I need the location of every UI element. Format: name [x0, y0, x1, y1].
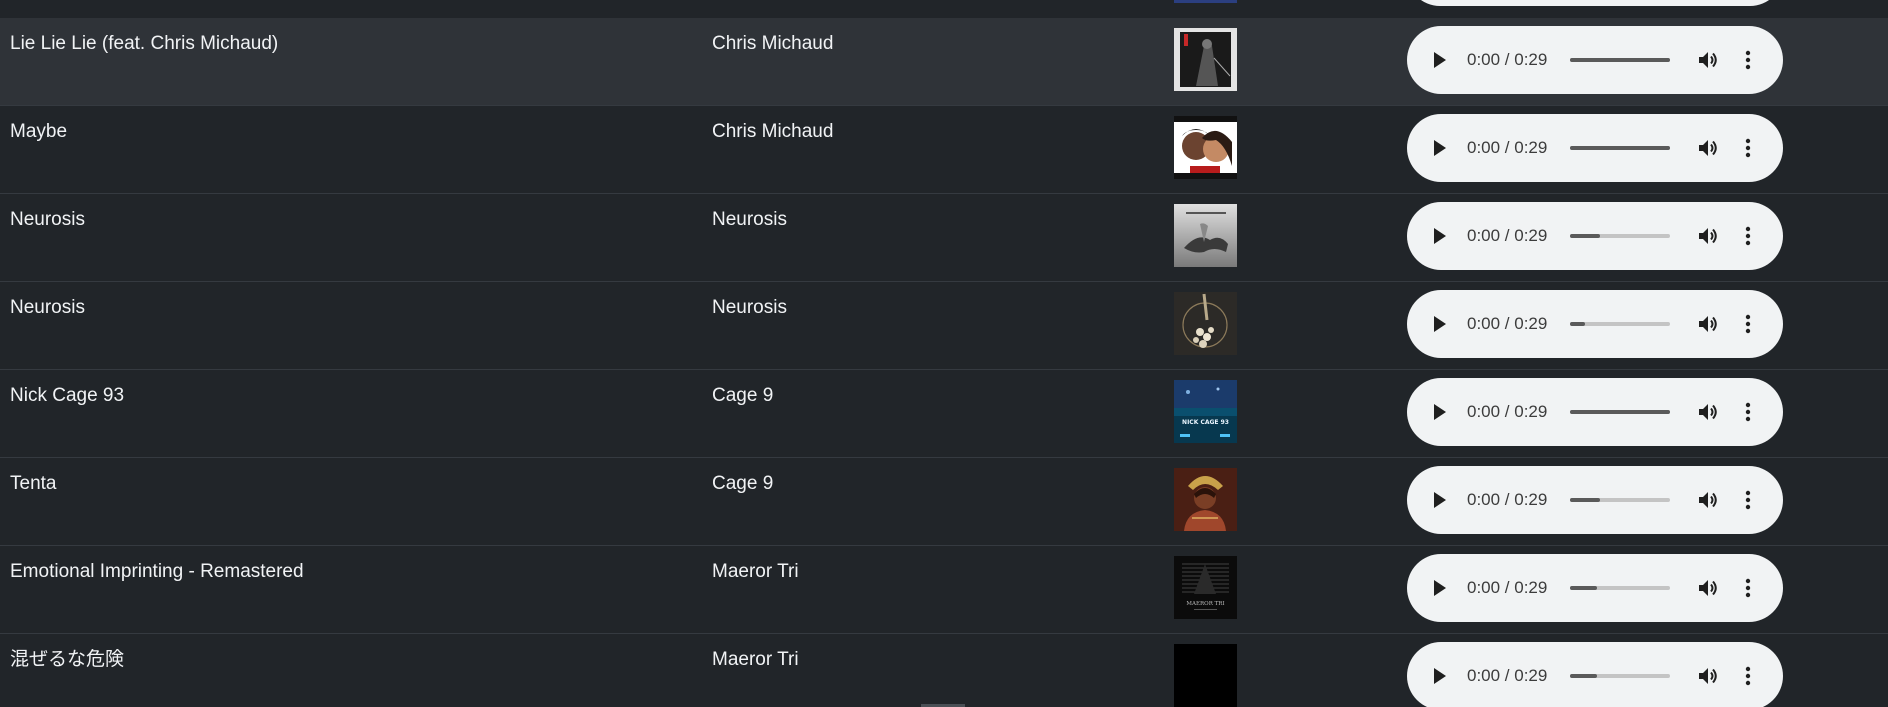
- album-art: [1174, 116, 1237, 179]
- more-vert-icon[interactable]: [1742, 225, 1754, 247]
- more-vert-icon[interactable]: [1742, 401, 1754, 423]
- track-title: Emotional Imprinting - Remastered: [10, 561, 304, 582]
- album-art: NICK CAGE 93: [1174, 380, 1237, 443]
- tracks-table: Lie Lie Lie (feat. Chris Michaud) Chris …: [0, 0, 1888, 707]
- play-icon[interactable]: [1429, 226, 1449, 246]
- seek-progress: [1570, 322, 1585, 326]
- audio-player[interactable]: 0:00 / 0:29: [1407, 202, 1783, 270]
- track-artist: Cage 9: [712, 473, 774, 494]
- more-vert-icon[interactable]: [1742, 577, 1754, 599]
- album-art: MAEROR TRI: [1174, 556, 1237, 619]
- seek-slider[interactable]: [1570, 58, 1670, 62]
- album-art: [1174, 468, 1237, 531]
- track-row: Emotional Imprinting - Remastered Maeror…: [0, 546, 1888, 634]
- play-icon[interactable]: [1429, 402, 1449, 422]
- more-vert-icon[interactable]: [1742, 49, 1754, 71]
- seek-slider[interactable]: [1570, 674, 1670, 678]
- volume-icon[interactable]: [1697, 577, 1719, 599]
- play-icon[interactable]: [1429, 314, 1449, 334]
- track-title: 混ぜるな危険: [10, 649, 125, 670]
- album-art: [1174, 204, 1237, 267]
- audio-player[interactable]: 0:00 / 0:29: [1407, 26, 1783, 94]
- track-row: Maybe Chris Michaud 0:00 / 0:29: [0, 106, 1888, 194]
- volume-icon[interactable]: [1697, 665, 1719, 687]
- track-row: Lie Lie Lie (feat. Chris Michaud) Chris …: [0, 18, 1888, 106]
- audio-player[interactable]: 0:00 / 0:29: [1407, 554, 1783, 622]
- track-row: Neurosis Neurosis 0:00 / 0:29: [0, 194, 1888, 282]
- seek-slider[interactable]: [1570, 586, 1670, 590]
- play-icon[interactable]: [1429, 666, 1449, 686]
- playback-time: 0:00 / 0:29: [1467, 578, 1548, 597]
- seek-slider[interactable]: [1570, 322, 1670, 326]
- audio-player[interactable]: 0:00 / 0:29: [1407, 378, 1783, 446]
- seek-progress: [1570, 498, 1600, 502]
- seek-progress: [1570, 410, 1670, 414]
- volume-icon[interactable]: [1697, 401, 1719, 423]
- album-art-partial: [1174, 0, 1237, 3]
- track-artist: Chris Michaud: [712, 121, 834, 142]
- track-row: Nick Cage 93 Cage 9 NICK CAGE 93 0:00 / …: [0, 370, 1888, 458]
- playback-time: 0:00 / 0:29: [1467, 666, 1548, 685]
- seek-progress: [1570, 674, 1597, 678]
- play-icon[interactable]: [1429, 50, 1449, 70]
- album-art: [1174, 28, 1237, 91]
- seek-progress: [1570, 234, 1600, 238]
- track-row: 混ぜるな危険 Maeror Tri 0:00 / 0:29: [0, 634, 1888, 707]
- track-artist: Cage 9: [712, 385, 774, 406]
- track-title: Nick Cage 93: [10, 385, 125, 406]
- play-icon[interactable]: [1429, 138, 1449, 158]
- more-vert-icon[interactable]: [1742, 313, 1754, 335]
- playback-time: 0:00 / 0:29: [1467, 490, 1548, 509]
- track-artist: Maeror Tri: [712, 561, 799, 582]
- track-title: Neurosis: [10, 297, 85, 318]
- volume-icon[interactable]: [1697, 489, 1719, 511]
- playback-time: 0:00 / 0:29: [1467, 402, 1548, 421]
- seek-slider[interactable]: [1570, 498, 1670, 502]
- playback-time: 0:00 / 0:29: [1467, 50, 1548, 69]
- album-art-text: MAEROR TRI: [1186, 601, 1224, 607]
- more-vert-icon[interactable]: [1742, 665, 1754, 687]
- playback-time: 0:00 / 0:29: [1467, 226, 1548, 245]
- play-icon[interactable]: [1429, 490, 1449, 510]
- volume-icon[interactable]: [1697, 137, 1719, 159]
- track-row: Neurosis Neurosis 0:00 / 0:29: [0, 282, 1888, 370]
- seek-slider[interactable]: [1570, 146, 1670, 150]
- audio-player[interactable]: 0:00 / 0:29: [1407, 290, 1783, 358]
- album-art-text: NICK CAGE 93: [1182, 419, 1229, 426]
- playback-time: 0:00 / 0:29: [1467, 314, 1548, 333]
- track-artist: Neurosis: [712, 209, 787, 230]
- volume-icon[interactable]: [1697, 313, 1719, 335]
- seek-progress: [1570, 586, 1597, 590]
- track-title: Neurosis: [10, 209, 85, 230]
- play-icon[interactable]: [1429, 578, 1449, 598]
- audio-player[interactable]: 0:00 / 0:29: [1407, 642, 1783, 707]
- audio-player[interactable]: 0:00 / 0:29: [1407, 114, 1783, 182]
- audio-player-partial[interactable]: [1407, 0, 1783, 6]
- track-title: Maybe: [10, 121, 68, 142]
- seek-slider[interactable]: [1570, 234, 1670, 238]
- seek-slider[interactable]: [1570, 410, 1670, 414]
- album-art: [1174, 644, 1237, 707]
- seek-progress: [1570, 146, 1670, 150]
- track-title: Lie Lie Lie (feat. Chris Michaud): [10, 33, 279, 54]
- track-artist: Chris Michaud: [712, 33, 834, 54]
- playback-time: 0:00 / 0:29: [1467, 138, 1548, 157]
- track-row: Tenta Cage 9 0:00 / 0:29: [0, 458, 1888, 546]
- previous-row-partial: [0, 0, 1888, 19]
- volume-icon[interactable]: [1697, 225, 1719, 247]
- more-vert-icon[interactable]: [1742, 137, 1754, 159]
- audio-player[interactable]: 0:00 / 0:29: [1407, 466, 1783, 534]
- more-vert-icon[interactable]: [1742, 489, 1754, 511]
- seek-progress: [1570, 58, 1670, 62]
- volume-icon[interactable]: [1697, 49, 1719, 71]
- track-artist: Maeror Tri: [712, 649, 799, 670]
- album-art: [1174, 292, 1237, 355]
- track-artist: Neurosis: [712, 297, 787, 318]
- track-title: Tenta: [10, 473, 57, 494]
